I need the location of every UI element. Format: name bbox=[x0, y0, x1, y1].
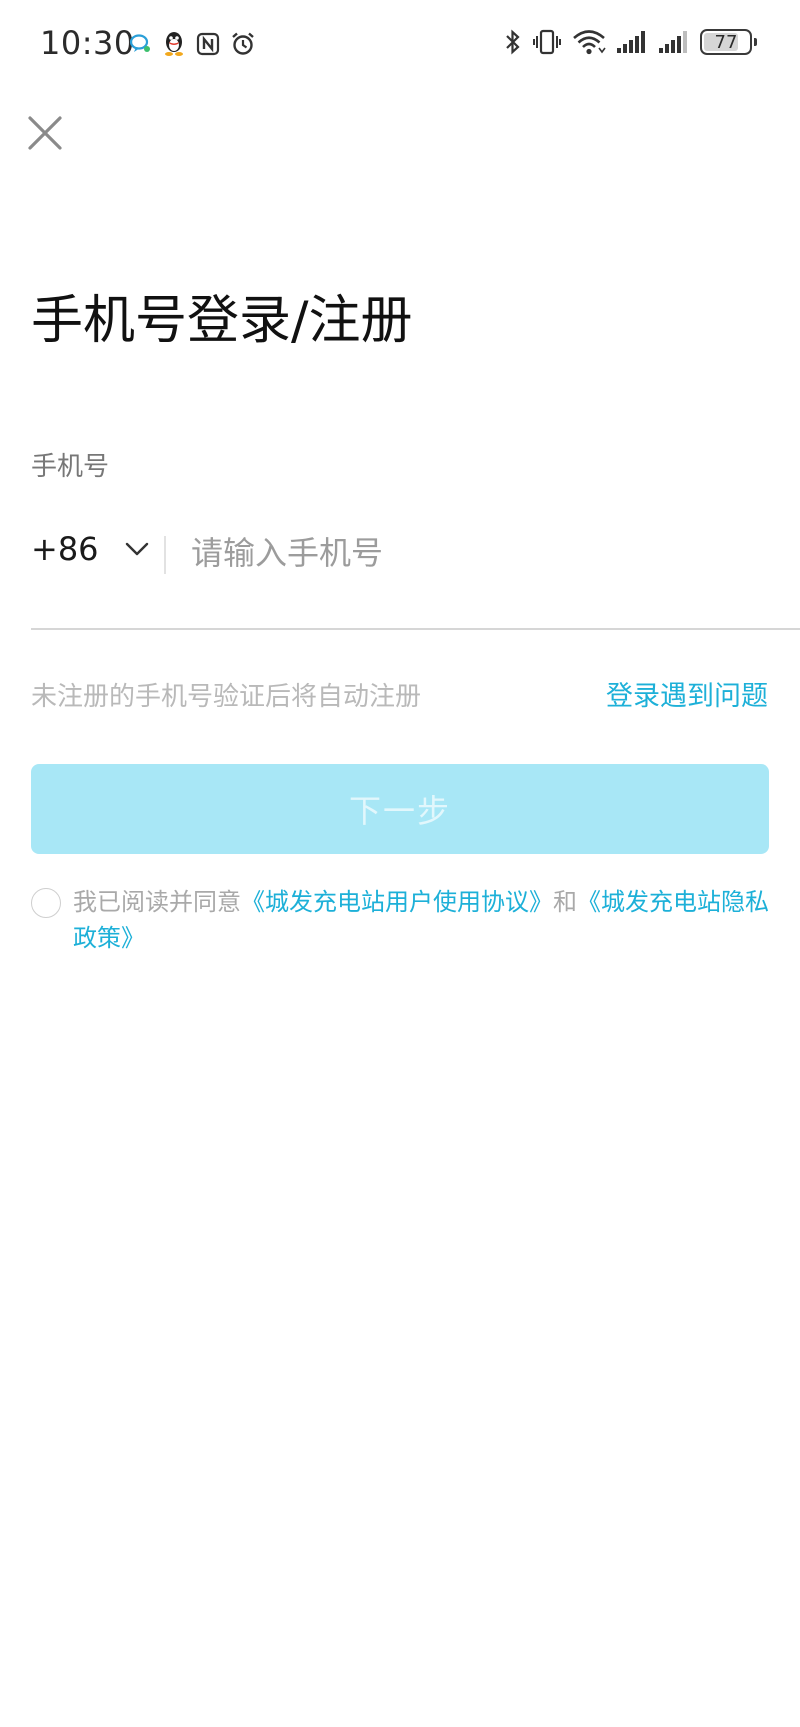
agreement-checkbox[interactable] bbox=[31, 888, 61, 918]
chevron-down-icon bbox=[125, 541, 149, 561]
alarm-icon bbox=[230, 31, 256, 57]
battery-level: 77 bbox=[714, 31, 738, 53]
agreement-conjunction: 和 bbox=[553, 888, 577, 916]
qq-penguin-icon bbox=[162, 30, 186, 58]
signal-icon bbox=[616, 30, 648, 54]
status-bar: 10:30 77 bbox=[0, 0, 800, 92]
agreement-text: 我已阅读并同意《城发充电站用户使用协议》和《城发充电站隐私政策》 bbox=[73, 884, 773, 956]
nfc-icon bbox=[196, 32, 220, 56]
login-trouble-link[interactable]: 登录遇到问题 bbox=[606, 674, 768, 713]
phone-input[interactable] bbox=[191, 526, 751, 580]
close-icon bbox=[28, 116, 62, 150]
country-code: +86 bbox=[31, 530, 99, 568]
signal-icon bbox=[658, 30, 690, 54]
status-system-icons: 77 bbox=[504, 28, 758, 56]
vertical-divider bbox=[164, 536, 166, 574]
input-underline bbox=[31, 628, 800, 630]
bluetooth-icon bbox=[504, 28, 522, 56]
status-notification-icons bbox=[128, 30, 256, 58]
next-step-button[interactable]: 下一步 bbox=[31, 764, 769, 854]
wifi-icon bbox=[572, 28, 606, 56]
chat-bubble-icon bbox=[128, 32, 152, 56]
vibrate-icon bbox=[532, 28, 562, 56]
user-agreement-link[interactable]: 《城发充电站用户使用协议》 bbox=[241, 888, 553, 916]
phone-input-row: +86 bbox=[31, 520, 800, 590]
page-title: 手机号登录/注册 bbox=[31, 291, 413, 351]
phone-label: 手机号 bbox=[31, 452, 110, 482]
auto-register-hint: 未注册的手机号验证后将自动注册 bbox=[31, 682, 422, 712]
agreement-prefix: 我已阅读并同意 bbox=[73, 888, 241, 916]
close-button[interactable] bbox=[24, 112, 66, 154]
battery-indicator: 77 bbox=[700, 29, 757, 55]
status-time: 10:30 bbox=[40, 24, 135, 62]
country-code-selector[interactable]: +86 bbox=[31, 530, 149, 568]
